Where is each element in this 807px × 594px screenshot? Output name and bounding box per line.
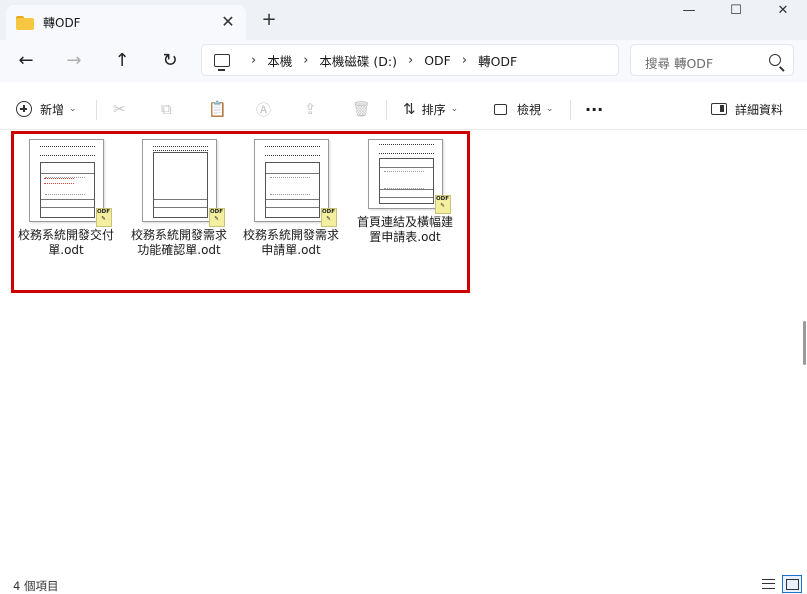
file-view[interactable]: ODF ✎ 校務系統開發交付單.odt ODF ✎ 校務系統開發需求功能確認單.od… xyxy=(0,131,807,571)
sort-icon: ⇅ xyxy=(403,100,416,118)
odf-file-icon: ODF ✎ xyxy=(95,208,112,227)
computer-icon[interactable] xyxy=(214,53,230,71)
search-input[interactable]: 搜尋 轉ODF xyxy=(630,44,794,76)
chevron-right-icon[interactable]: › xyxy=(408,53,413,68)
document-thumbnail: ODF ✎ xyxy=(141,139,225,227)
thumbnail-title xyxy=(264,146,320,156)
view-button[interactable]: 檢視 ⌄ xyxy=(494,96,554,122)
file-item[interactable]: ODF ✎ 校務系統開發需求功能確認單.odt xyxy=(129,139,229,258)
navigation-bar: ← → ↑ ↻ › 本機 › 本機磁碟 (D:) › ODF › 轉ODF 搜尋… xyxy=(0,40,807,82)
file-name: 校務系統開發需求功能確認單.odt xyxy=(130,228,227,257)
details-label: 詳細資料 xyxy=(735,102,784,117)
paste-button[interactable]: 📋 xyxy=(208,96,233,122)
rename-button[interactable]: Ⓐ xyxy=(256,96,277,122)
file-name: 校務系統開發交付單.odt xyxy=(17,228,114,257)
close-window-button[interactable]: ✕ xyxy=(760,0,806,24)
divider xyxy=(96,100,97,120)
tab-current-folder[interactable]: 轉ODF ✕ xyxy=(6,5,246,40)
chevron-right-icon[interactable]: › xyxy=(303,53,308,68)
details-pane-icon xyxy=(711,103,727,115)
maximize-button[interactable]: ☐ xyxy=(713,0,759,24)
title-bar: 轉ODF ✕ + — ☐ ✕ xyxy=(0,0,807,40)
delete-button[interactable]: 🗑 xyxy=(352,96,377,122)
odf-file-icon: ODF ✎ xyxy=(434,195,451,214)
folder-icon xyxy=(16,15,34,30)
more-options-button[interactable]: ··· xyxy=(585,96,603,122)
trash-icon: 🗑 xyxy=(352,100,372,118)
file-name: 首頁連結及橫幅建置申請表.odt xyxy=(356,215,453,244)
file-item[interactable]: ODF ✎ 校務系統開發交付單.odt xyxy=(16,139,116,258)
sort-label: 排序 xyxy=(421,102,446,117)
chevron-right-icon[interactable]: › xyxy=(462,53,467,68)
thumbnail-title xyxy=(39,146,95,156)
thumbnail-form xyxy=(152,152,208,218)
copy-icon: ⧉ xyxy=(161,100,172,118)
clipboard-icon: 📋 xyxy=(208,100,227,118)
chevron-down-icon: ⌄ xyxy=(546,104,554,114)
search-placeholder: 搜尋 轉ODF xyxy=(645,56,714,71)
document-thumbnail: ODF ✎ xyxy=(28,139,112,227)
thumbnail-title xyxy=(378,144,434,154)
breadcrumb-local-disk[interactable]: 本機磁碟 (D:) xyxy=(319,51,397,70)
thumbnail-form xyxy=(264,162,320,218)
thumbnail-form xyxy=(39,162,95,218)
item-count: 4 個項目 xyxy=(13,579,59,593)
thumbnail-title xyxy=(152,146,208,151)
new-tab-button[interactable]: + xyxy=(258,9,280,31)
file-item[interactable]: ODF ✎ 校務系統開發需求申請單.odt xyxy=(241,139,341,258)
cut-button[interactable]: ✂ xyxy=(113,96,132,122)
address-bar[interactable]: › 本機 › 本機磁碟 (D:) › ODF › 轉ODF xyxy=(201,44,619,76)
details-pane-button[interactable]: 詳細資料 xyxy=(711,96,783,122)
file-item[interactable]: ODF ✎ 首頁連結及橫幅建置申請表.odt xyxy=(355,139,455,245)
document-thumbnail: ODF ✎ xyxy=(367,139,451,214)
refresh-button[interactable]: ↻ xyxy=(158,49,182,73)
sort-button[interactable]: ⇅ 排序 ⌄ xyxy=(403,96,458,122)
document-thumbnail: ODF ✎ xyxy=(253,139,337,227)
status-bar: 4 個項目 xyxy=(0,571,807,594)
forward-button[interactable]: → xyxy=(62,49,86,73)
share-button[interactable]: ⇪ xyxy=(304,96,323,122)
view-label: 檢視 xyxy=(517,102,542,117)
copy-button[interactable]: ⧉ xyxy=(161,96,178,122)
odf-file-icon: ODF ✎ xyxy=(320,208,337,227)
view-icon xyxy=(494,103,507,115)
chevron-right-icon[interactable]: › xyxy=(251,53,256,68)
share-icon: ⇪ xyxy=(304,100,317,118)
large-icons-view-icon[interactable] xyxy=(782,575,802,593)
scrollbar[interactable] xyxy=(803,321,806,365)
chevron-down-icon: ⌄ xyxy=(69,104,77,114)
divider xyxy=(570,100,571,120)
tab-label: 轉ODF xyxy=(43,16,81,30)
details-view-icon[interactable] xyxy=(762,579,775,589)
minimize-button[interactable]: — xyxy=(666,0,712,24)
up-button[interactable]: ↑ xyxy=(110,49,134,73)
breadcrumb-this-pc[interactable]: 本機 xyxy=(267,51,292,70)
file-name: 校務系統開發需求申請單.odt xyxy=(242,228,339,257)
divider xyxy=(386,100,387,120)
rename-icon: Ⓐ xyxy=(256,100,272,119)
new-button[interactable]: 新增 ⌄ xyxy=(16,96,77,122)
thumbnail-form xyxy=(378,158,434,204)
search-icon[interactable] xyxy=(769,54,781,66)
odf-file-icon: ODF ✎ xyxy=(208,208,225,227)
back-button[interactable]: ← xyxy=(14,49,38,73)
plus-icon xyxy=(16,101,32,117)
tab-close-button[interactable]: ✕ xyxy=(218,12,238,32)
breadcrumb-current[interactable]: 轉ODF xyxy=(478,51,517,70)
command-bar: 新增 ⌄ ✂ ⧉ 📋 Ⓐ ⇪ 🗑 ⇅ 排序 ⌄ 檢視 ⌄ ··· 詳細資料 xyxy=(0,88,807,130)
chevron-down-icon: ⌄ xyxy=(450,104,459,114)
scissors-icon: ✂ xyxy=(113,100,126,118)
new-label: 新增 xyxy=(40,102,65,117)
breadcrumb-odf[interactable]: ODF xyxy=(424,53,451,68)
